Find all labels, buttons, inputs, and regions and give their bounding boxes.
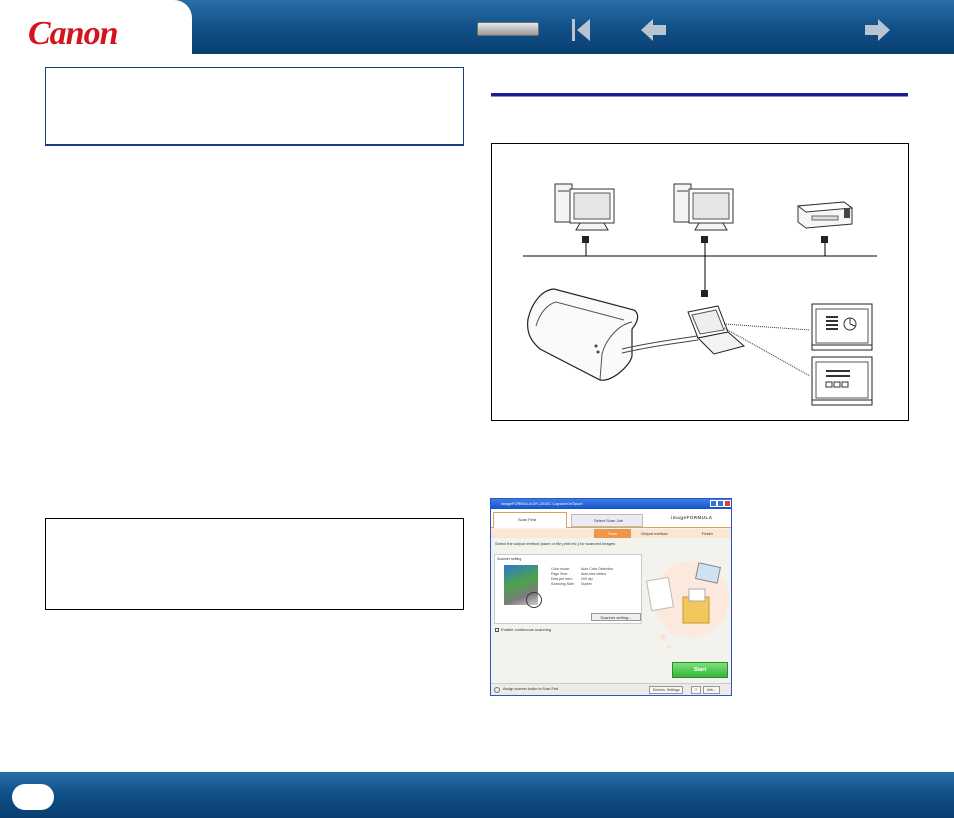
logo-tab: Canon bbox=[0, 0, 192, 54]
status-text: Assign scanner button to Scan First bbox=[503, 687, 559, 691]
top-button[interactable] bbox=[477, 22, 539, 36]
node-marker bbox=[821, 236, 828, 243]
setting-row: Page Size: Auto-size detect bbox=[551, 572, 607, 576]
page: Canon imageFORMULA DR-2510C CaptureOnTou… bbox=[0, 0, 954, 818]
tab-select-scan-job[interactable]: Select Scan Job bbox=[571, 514, 643, 527]
arrow-left-icon[interactable] bbox=[639, 15, 669, 45]
note-box bbox=[45, 518, 464, 610]
document-form-icon bbox=[811, 356, 873, 406]
arrow-right-icon[interactable] bbox=[862, 15, 892, 45]
continuous-scanning-checkbox[interactable]: Enable continuous scanning bbox=[495, 627, 551, 632]
preview-circle bbox=[526, 592, 542, 608]
node-marker bbox=[701, 290, 708, 297]
step-indicator: Scan Output method Finish bbox=[491, 529, 731, 538]
scanner-icon bbox=[527, 288, 639, 381]
maximize-icon[interactable] bbox=[717, 500, 724, 507]
mode-tabs: Scan First Select Scan Job imageFORMULA bbox=[491, 509, 731, 528]
scanner-button-icon bbox=[494, 687, 500, 693]
setting-row: Dots per inch: 200 dpi bbox=[551, 577, 593, 581]
node-marker bbox=[701, 236, 708, 243]
scanner-setting-button[interactable]: Scanner setting... bbox=[591, 613, 641, 621]
minimize-icon[interactable] bbox=[710, 500, 717, 507]
panel-title: Scanner setting bbox=[497, 557, 522, 561]
step-scan: Scan bbox=[594, 529, 632, 538]
checkbox-box[interactable] bbox=[495, 627, 499, 632]
printer-icon bbox=[796, 201, 854, 229]
computer-1-icon bbox=[554, 183, 615, 231]
setting-row: Color mode: Auto Color Detection bbox=[551, 567, 614, 571]
setting-row: Scanning Side: Duplex bbox=[551, 582, 592, 586]
output-illustration-icon bbox=[645, 561, 729, 649]
scan-app-window: imageFORMULA DR-2510C CaptureOnTouch Sca… bbox=[490, 498, 732, 696]
document-chart-icon bbox=[811, 303, 873, 351]
environmental-settings-button[interactable]: Environ. Settings bbox=[649, 686, 684, 694]
step-finish: Finish bbox=[702, 531, 713, 536]
tab-scan-first[interactable]: Scan First bbox=[493, 512, 567, 528]
first-page-icon[interactable] bbox=[566, 15, 596, 45]
node-marker bbox=[582, 236, 589, 243]
instruction-text: Select the output method (save or file p… bbox=[495, 541, 616, 546]
network-diagram bbox=[491, 143, 909, 421]
network-diagram-art bbox=[523, 183, 877, 406]
help-button[interactable]: ? bbox=[691, 686, 701, 694]
footer-bar bbox=[0, 772, 954, 818]
close-icon[interactable] bbox=[724, 500, 731, 507]
header-bar: Canon bbox=[0, 0, 954, 54]
start-button[interactable]: Start bbox=[672, 662, 728, 678]
step-output-method: Output method bbox=[641, 531, 668, 536]
window-title: imageFORMULA DR-2510C CaptureOnTouch bbox=[491, 499, 731, 509]
laptop-icon bbox=[687, 305, 746, 355]
brand-label: imageFORMULA bbox=[671, 515, 713, 520]
scanner-setting-panel: Scanner setting Color mode: Auto Color D… bbox=[494, 554, 642, 624]
info-button[interactable]: Info... bbox=[703, 686, 720, 694]
canon-logo: Canon bbox=[28, 15, 118, 52]
section-rule bbox=[491, 93, 908, 97]
status-bar: Assign scanner button to Scan First Envi… bbox=[491, 683, 731, 695]
computer-2-icon bbox=[673, 183, 734, 231]
heading-box bbox=[45, 67, 464, 146]
page-number-badge bbox=[12, 784, 54, 810]
